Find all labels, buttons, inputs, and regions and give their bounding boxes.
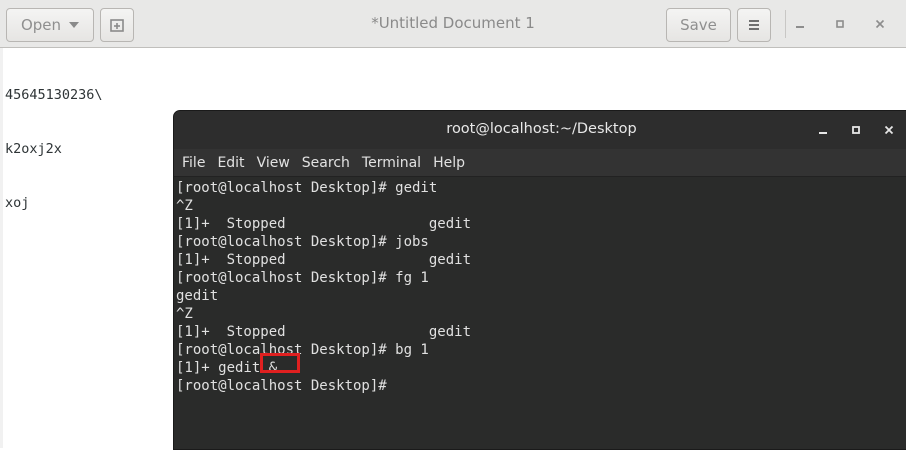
terminal-window: root@localhost:~/Desktop File Edit View … [173,110,906,450]
open-button-label: Open [20,16,62,34]
highlight-annotation-box [260,353,300,373]
chevron-down-icon [69,22,80,28]
terminal-line: [root@localhost Desktop]# jobs [176,234,429,250]
terminal-line: [1]+ Stopped gedit [176,324,472,340]
menu-view[interactable]: View [257,155,290,171]
terminal-maximize-button[interactable] [848,122,864,138]
menu-file[interactable]: File [182,155,205,171]
minimize-icon [796,26,804,28]
hamburger-menu-icon [749,20,759,30]
terminal-title: root@localhost:~/Desktop [446,121,637,137]
header-separator [785,10,786,38]
terminal-minimize-button[interactable] [815,122,831,138]
terminal-line: [1]+ Stopped gedit [176,252,472,268]
terminal-output[interactable]: [root@localhost Desktop]# gedit ^Z [1]+ … [174,177,906,449]
maximize-icon [852,126,860,134]
terminal-prompt-line: [root@localhost Desktop]# [176,378,387,394]
terminal-line: [root@localhost Desktop]# bg 1 [176,342,429,358]
close-icon [884,125,894,135]
terminal-line: ^Z [176,306,193,322]
menu-search[interactable]: Search [302,155,350,171]
menu-edit[interactable]: Edit [217,155,244,171]
minimize-button[interactable] [790,14,810,34]
terminal-line: [1]+ gedit & [176,360,278,376]
editor-line: xoj [5,195,30,211]
gedit-header-bar: Open *Untitled Document 1 Save [0,0,906,48]
editor-line: 45645130236\ [5,87,103,103]
new-document-icon [110,19,124,32]
new-tab-button[interactable] [100,8,134,42]
terminal-titlebar: root@localhost:~/Desktop [174,111,906,149]
menu-terminal[interactable]: Terminal [362,155,421,171]
terminal-line: [root@localhost Desktop]# gedit [176,180,438,196]
minimize-icon [819,132,827,134]
maximize-button[interactable] [830,14,850,34]
editor-line: k2oxj2x [5,141,62,157]
terminal-line: [1]+ Stopped gedit [176,216,472,232]
editor-gutter [0,48,3,448]
terminal-line: ^Z [176,198,193,214]
menu-help[interactable]: Help [433,155,465,171]
terminal-line: gedit [176,288,219,304]
open-button[interactable]: Open [6,8,94,42]
terminal-line: [root@localhost Desktop]# fg 1 [176,270,429,286]
menu-button[interactable] [737,8,771,42]
save-button[interactable]: Save [666,8,731,42]
maximize-icon [836,20,844,28]
close-icon [875,19,885,29]
terminal-close-button[interactable] [881,122,897,138]
close-button[interactable] [870,14,890,34]
terminal-menubar: File Edit View Search Terminal Help [174,149,906,177]
editor-content[interactable]: 45645130236\ k2oxj2x xoj [5,50,103,248]
